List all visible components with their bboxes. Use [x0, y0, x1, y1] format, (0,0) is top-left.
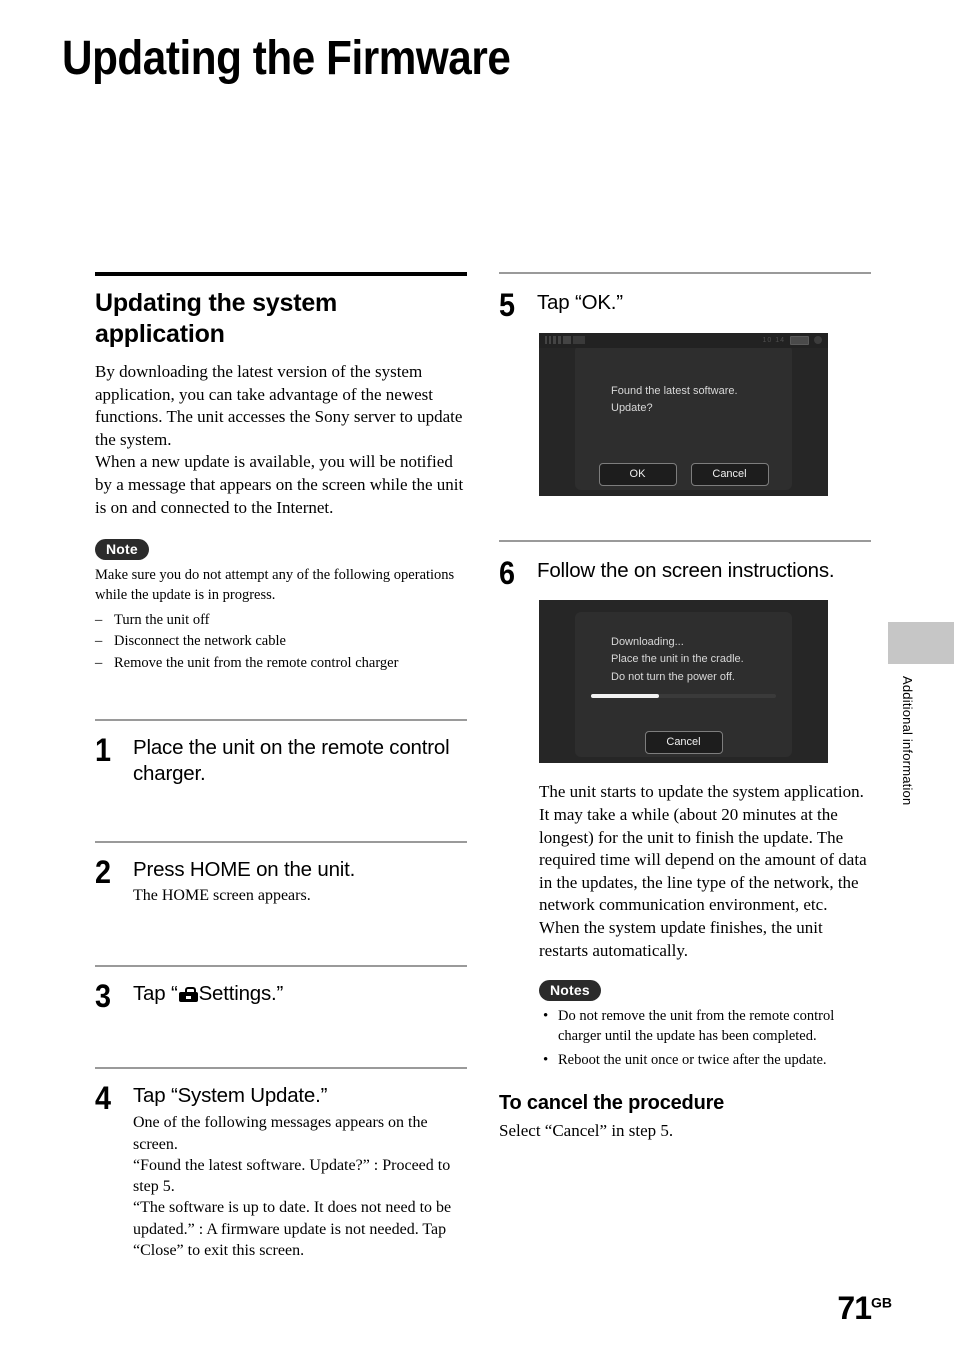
note-block: Note Make sure you do not attempt any of…	[95, 539, 467, 675]
dialog-button-row: Cancel	[539, 731, 828, 755]
progress-bar-fill	[591, 694, 660, 699]
step-title: Press HOME on the unit.	[133, 857, 356, 881]
step-divider	[95, 840, 467, 843]
step-title: Tap “System Update.”	[133, 1084, 328, 1108]
status-misc-icon	[814, 336, 822, 345]
step-divider	[499, 272, 871, 274]
step-divider	[499, 539, 871, 542]
step-2: 2 Press HOME on the unit. The HOME scree…	[95, 827, 467, 907]
progress-bar	[591, 694, 776, 699]
dialog-message: Downloading... Place the unit in the cra…	[611, 636, 744, 683]
status-time: 10 14	[762, 336, 785, 344]
step-number: 2	[95, 853, 112, 890]
step-divider	[95, 1067, 467, 1070]
device-status-bar: 10 14	[539, 332, 828, 348]
side-tab-label: Additional information	[900, 676, 915, 806]
cancel-procedure-section: To cancel the procedure Select “Cancel” …	[499, 1092, 871, 1143]
device-logo-icon	[545, 335, 585, 344]
list-item: Disconnect the network cable	[95, 631, 467, 653]
intro-text: By downloading the latest version of the…	[95, 361, 467, 519]
step-title: Tap “ Settings.”	[133, 981, 467, 1007]
battery-icon	[790, 335, 809, 345]
step-number: 1	[95, 731, 112, 768]
post-step-explanation: The unit starts to update the system app…	[539, 782, 867, 960]
side-tab-block	[888, 622, 954, 664]
note-body-text: Make sure you do not attempt any of the …	[95, 567, 455, 603]
list-item: Remove the unit from the remote control …	[95, 653, 467, 675]
note-dash-list: Turn the unit off Disconnect the network…	[95, 610, 467, 675]
step-number: 6	[499, 554, 516, 591]
step-subtext: The HOME screen appears.	[133, 887, 311, 905]
step-subtext: One of the following messages appears on…	[133, 1114, 452, 1259]
page-number-value: 71	[837, 1290, 872, 1326]
notes-bullet-list: Do not remove the unit from the remote c…	[539, 1006, 871, 1071]
toolbox-icon	[178, 986, 198, 1002]
list-item: Turn the unit off	[95, 610, 467, 632]
step-divider	[95, 718, 467, 721]
step-title: Follow the on screen instructions.	[537, 558, 835, 582]
section-heading-rule	[95, 272, 467, 276]
step-title: Tap “OK.”	[537, 291, 623, 314]
page-number-suffix: GB	[871, 1294, 892, 1311]
cancel-button[interactable]: Cancel	[690, 462, 769, 486]
notes-badge: Notes	[539, 980, 601, 1002]
step-number: 4	[95, 1080, 112, 1117]
intro-paragraph-2: When a new update is available, you will…	[95, 452, 464, 517]
status-indicators: 10 14	[762, 335, 822, 345]
dialog-button-row: OK Cancel	[539, 462, 828, 486]
step-title: Place the unit on the remote control cha…	[133, 735, 450, 785]
device-screenshot-update-prompt: 10 14 Found the latest software. Update?…	[539, 332, 828, 496]
ok-button[interactable]: OK	[598, 462, 677, 486]
step-1: 1 Place the unit on the remote control c…	[95, 705, 467, 787]
step-title-suffix: Settings.”	[198, 981, 284, 1005]
step-number: 3	[95, 977, 112, 1014]
section-heading: Updating the system application	[95, 289, 338, 348]
note-body: Make sure you do not attempt any of the …	[95, 566, 467, 675]
step-title-prefix: Tap “	[133, 981, 178, 1005]
intro-paragraph-1: By downloading the latest version of the…	[95, 362, 463, 449]
device-screenshot-downloading: Downloading... Place the unit in the cra…	[539, 600, 828, 764]
note-badge: Note	[95, 539, 149, 561]
step-5: 5 Tap “OK.” 10 14 Found the latest softw…	[499, 272, 871, 496]
cancel-button[interactable]: Cancel	[644, 731, 723, 755]
step-number: 5	[499, 287, 516, 323]
list-item: Reboot the unit once or twice after the …	[539, 1050, 871, 1071]
page-number: 71GB	[837, 1292, 892, 1324]
cancel-procedure-body: Select “Cancel” in step 5.	[499, 1121, 674, 1141]
step-6: 6 Follow the on screen instructions. Dow…	[499, 526, 871, 764]
page-title: Updating the Firmware	[62, 32, 511, 85]
sub-heading: To cancel the procedure	[499, 1092, 725, 1115]
document-page: Updating the Firmware Updating the syste…	[0, 0, 954, 1352]
left-column: Updating the system application By downl…	[95, 272, 467, 1261]
list-item: Do not remove the unit from the remote c…	[539, 1006, 871, 1046]
dialog-message: Found the latest software. Update?	[611, 384, 738, 414]
notes-block: Notes Do not remove the unit from the re…	[539, 980, 871, 1070]
step-divider	[95, 964, 467, 967]
right-column: 5 Tap “OK.” 10 14 Found the latest softw…	[499, 272, 871, 1143]
step-4: 4 Tap “System Update.” One of the follow…	[95, 1053, 467, 1261]
step-3: 3 Tap “ Settings.”	[95, 951, 467, 1012]
